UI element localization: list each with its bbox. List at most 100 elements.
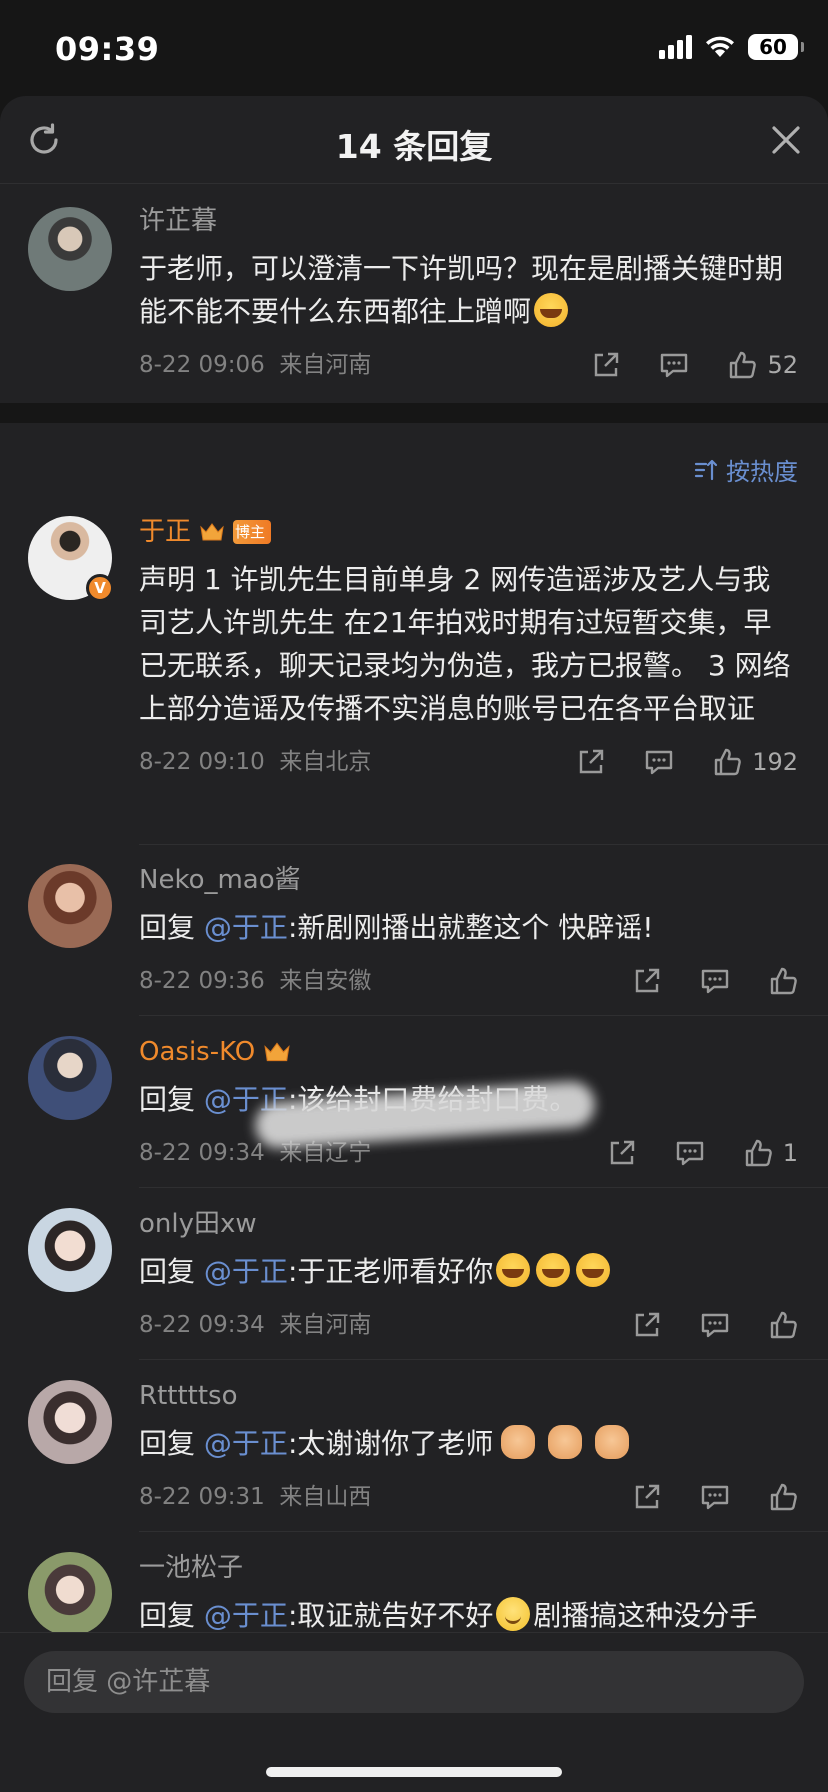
sheet-header: 14 条回复 (0, 96, 828, 184)
crying-emoji-icon (536, 1253, 571, 1287)
avatar[interactable] (28, 864, 112, 948)
reply-prefix: 回复 (139, 1083, 196, 1116)
share-button[interactable] (591, 350, 621, 380)
mention-link[interactable]: @于正 (204, 1255, 288, 1288)
comment-actions (594, 1305, 798, 1345)
comment-icon (701, 1485, 729, 1510)
comment-icon (676, 1141, 703, 1166)
comment-text-body: 于老师，可以澄清一下许凯吗？现在是剧播关键时期能不能不要什么东西都往上蹭啊 (139, 252, 784, 328)
like-count: 1 (782, 1139, 798, 1167)
commenter-name[interactable]: 于正 (139, 514, 191, 550)
sort-label: 按热度 (726, 458, 798, 486)
comment-meta: 8-22 09:34 来自河南 (139, 1305, 798, 1345)
row-divider (139, 844, 828, 845)
sort-toggle[interactable]: 按热度 (694, 452, 798, 487)
comment-location: 来自河南 (279, 1312, 372, 1338)
share-button[interactable] (576, 747, 606, 777)
row-divider (139, 1015, 828, 1016)
comment-actions: 52 (553, 345, 798, 385)
comment-actions: 192 (538, 742, 798, 782)
mention-link[interactable]: @于正 (204, 1427, 288, 1460)
like-button[interactable]: 52 (727, 345, 798, 385)
comment-meta: 8-22 09:06 来自河南 52 (139, 345, 798, 385)
like-icon (730, 351, 757, 379)
avatar[interactable] (28, 1036, 112, 1120)
comment-actions (594, 961, 798, 1001)
like-button[interactable]: 192 (712, 742, 798, 782)
status-time: 09:39 (55, 30, 160, 68)
comment-location: 来自安徽 (279, 968, 372, 994)
like-button[interactable]: 1 (743, 1133, 798, 1173)
comment-location: 来自北京 (279, 749, 372, 775)
share-button[interactable] (607, 1138, 637, 1168)
comment-button[interactable] (675, 1138, 705, 1168)
fist-emoji-icon (548, 1425, 583, 1459)
comment-time: 8-22 09:31 (139, 1484, 265, 1510)
comment-text: 于老师，可以澄清一下许凯吗？现在是剧播关键时期能不能不要什么东西都往上蹭啊 (139, 247, 798, 333)
status-icons: 60 (659, 34, 804, 60)
comment-icon (701, 969, 729, 994)
like-icon (770, 1311, 797, 1339)
comment-text-body: :取证就告好不好 (287, 1599, 494, 1632)
share-icon (579, 749, 604, 774)
commenter-name[interactable]: Oasis-KO (139, 1034, 255, 1070)
commenter-name[interactable]: Neko_mao酱 (139, 862, 798, 898)
comment-button[interactable] (700, 966, 730, 996)
like-icon (714, 748, 742, 776)
comment-text: 回复 @于正:于正老师看好你 (139, 1250, 798, 1293)
avatar[interactable] (28, 1552, 112, 1636)
comment-meta: 8-22 09:34 来自辽宁 1 (139, 1133, 798, 1173)
row-divider (139, 1359, 828, 1360)
comment-button[interactable] (700, 1482, 730, 1512)
like-count: 52 (767, 351, 798, 379)
comment-button[interactable] (659, 350, 689, 380)
comment-text: 回复 @于正:太谢谢你了老师 (139, 1422, 798, 1465)
avatar[interactable] (28, 1380, 112, 1464)
comment-text-body: :于正老师看好你 (287, 1255, 494, 1288)
sort-icon (694, 459, 718, 480)
commenter-name[interactable]: only田xw (139, 1206, 798, 1242)
commenter-name[interactable]: 许芷暮 (139, 203, 798, 239)
comment-meta: 8-22 09:31 来自山西 (139, 1477, 798, 1517)
share-button[interactable] (632, 966, 662, 996)
crying-emoji-icon (534, 293, 569, 327)
like-button[interactable] (768, 1482, 798, 1512)
home-indicator[interactable] (266, 1767, 562, 1777)
share-button[interactable] (632, 1482, 662, 1512)
reply-prefix: 回复 (139, 1255, 196, 1288)
comment-button[interactable] (700, 1310, 730, 1340)
like-button[interactable] (768, 966, 798, 996)
reply-bar: 回复 @许芷暮 (0, 1632, 828, 1792)
like-button[interactable] (768, 1310, 798, 1340)
avatar[interactable] (28, 1208, 112, 1292)
smile-emoji-icon (496, 1597, 531, 1631)
phone-screen: 09:39 60 14 条回复 许芷暮 于老师，可以澄清一下许凯吗？现在是剧播关… (0, 0, 828, 1792)
commenter-name[interactable]: 一池松子 (139, 1550, 798, 1586)
comment-button[interactable] (644, 747, 674, 777)
close-icon[interactable] (770, 124, 802, 156)
comment-icon (701, 1313, 729, 1338)
comment-location: 来自河南 (279, 352, 372, 378)
avatar[interactable] (28, 207, 112, 291)
comment-time: 8-22 09:34 (139, 1140, 265, 1166)
share-icon (610, 1140, 634, 1165)
mention-link[interactable]: @于正 (204, 1599, 288, 1632)
reply-input[interactable]: 回复 @许芷暮 (24, 1651, 804, 1713)
like-count: 192 (752, 748, 798, 776)
share-icon (595, 352, 619, 377)
row-divider (139, 1187, 828, 1188)
comment-time: 8-22 09:36 (139, 968, 265, 994)
comment-actions: 1 (569, 1133, 798, 1173)
crown-icon (263, 1040, 291, 1064)
section-divider (0, 403, 828, 423)
signal-icon (659, 35, 692, 59)
battery-icon: 60 (748, 34, 804, 60)
sheet-title: 14 条回复 (335, 127, 493, 166)
commenter-name[interactable]: Rtttttso (139, 1378, 798, 1414)
mention-link[interactable]: @于正 (204, 911, 288, 944)
crown-icon (199, 521, 225, 543)
row-divider (139, 1531, 828, 1532)
reply-prefix: 回复 (139, 1427, 196, 1460)
comment-meta: 8-22 09:36 来自安徽 (139, 961, 798, 1001)
share-button[interactable] (632, 1310, 662, 1340)
